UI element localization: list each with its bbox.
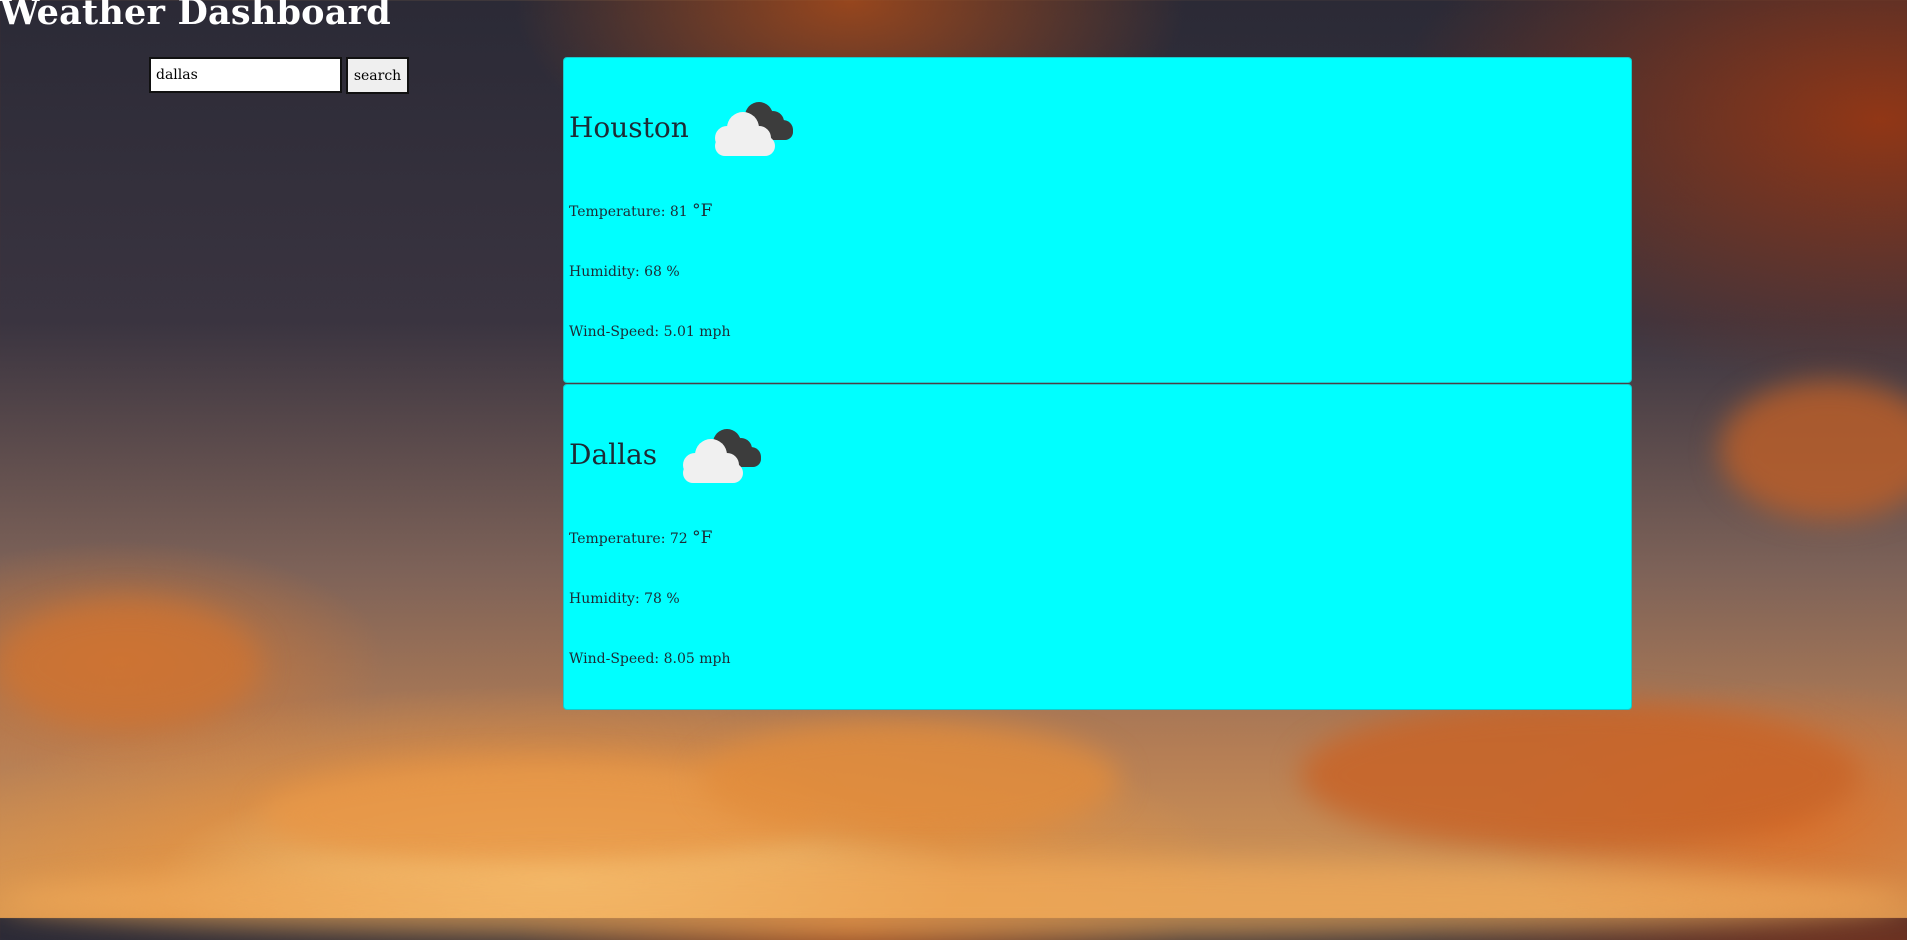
background-cloud bbox=[700, 720, 1120, 840]
search-button[interactable]: search bbox=[346, 57, 409, 94]
humidity-text: Humidity: 68 % bbox=[569, 264, 680, 280]
temperature-value: Temperature: 81 bbox=[569, 204, 693, 220]
city-name: Dallas bbox=[569, 437, 658, 471]
temperature-unit: °F bbox=[692, 528, 713, 548]
card-header: Dallas bbox=[569, 423, 765, 485]
humidity-text: Humidity: 78 % bbox=[569, 591, 680, 607]
weather-card-dallas: Dallas Temperature: 72 °F Humidity: 78 %… bbox=[563, 384, 1632, 710]
wind-speed-text: Wind-Speed: 8.05 mph bbox=[569, 651, 731, 667]
background-cloud bbox=[1720, 380, 1907, 520]
background-cloud bbox=[0, 600, 260, 730]
wind-speed-text: Wind-Speed: 5.01 mph bbox=[569, 324, 731, 340]
card-header: Houston bbox=[569, 96, 797, 158]
search-input[interactable] bbox=[149, 57, 342, 93]
cloudy-icon bbox=[675, 423, 765, 485]
weather-cards: Houston Temperature: 81 °F Humidity: 68 … bbox=[563, 57, 1632, 710]
temperature-value: Temperature: 72 bbox=[569, 531, 693, 547]
background-cloud bbox=[1300, 700, 1860, 850]
background-cloud bbox=[0, 860, 1907, 940]
cloudy-icon bbox=[707, 96, 797, 158]
city-name: Houston bbox=[569, 110, 689, 144]
temperature-text: Temperature: 81 °F bbox=[569, 201, 712, 221]
temperature-text: Temperature: 72 °F bbox=[569, 528, 712, 548]
page-title: Weather Dashboard bbox=[0, 0, 391, 33]
temperature-unit: °F bbox=[692, 201, 713, 221]
weather-card-houston: Houston Temperature: 81 °F Humidity: 68 … bbox=[563, 57, 1632, 383]
